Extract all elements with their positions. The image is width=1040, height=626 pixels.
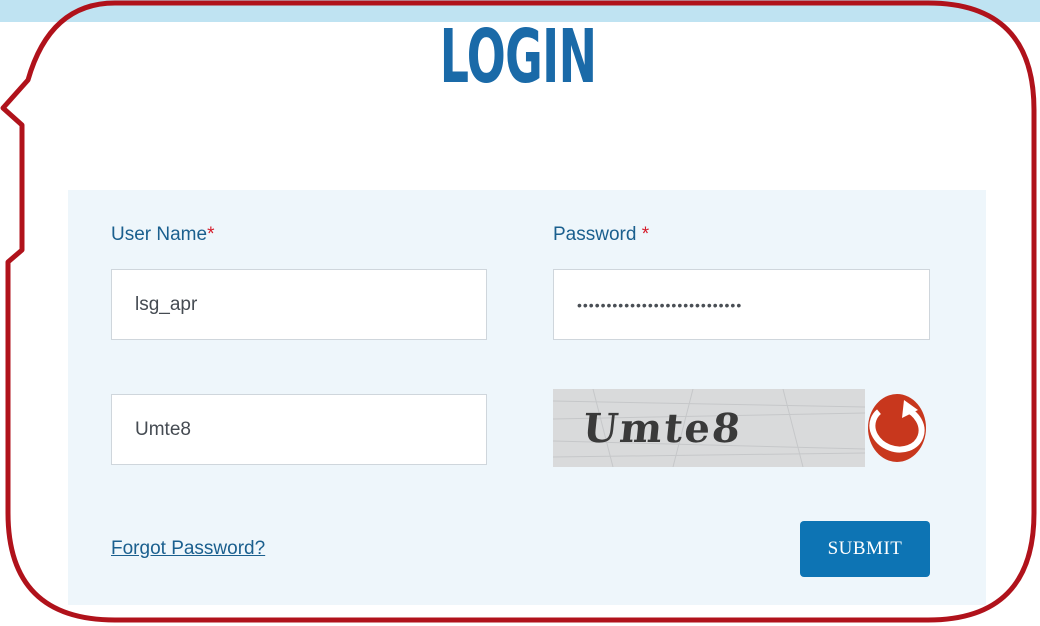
annotation-callout-outline: [0, 0, 1037, 623]
login-screen: LOGIN User Name* Password * Umte8: [0, 0, 1040, 626]
